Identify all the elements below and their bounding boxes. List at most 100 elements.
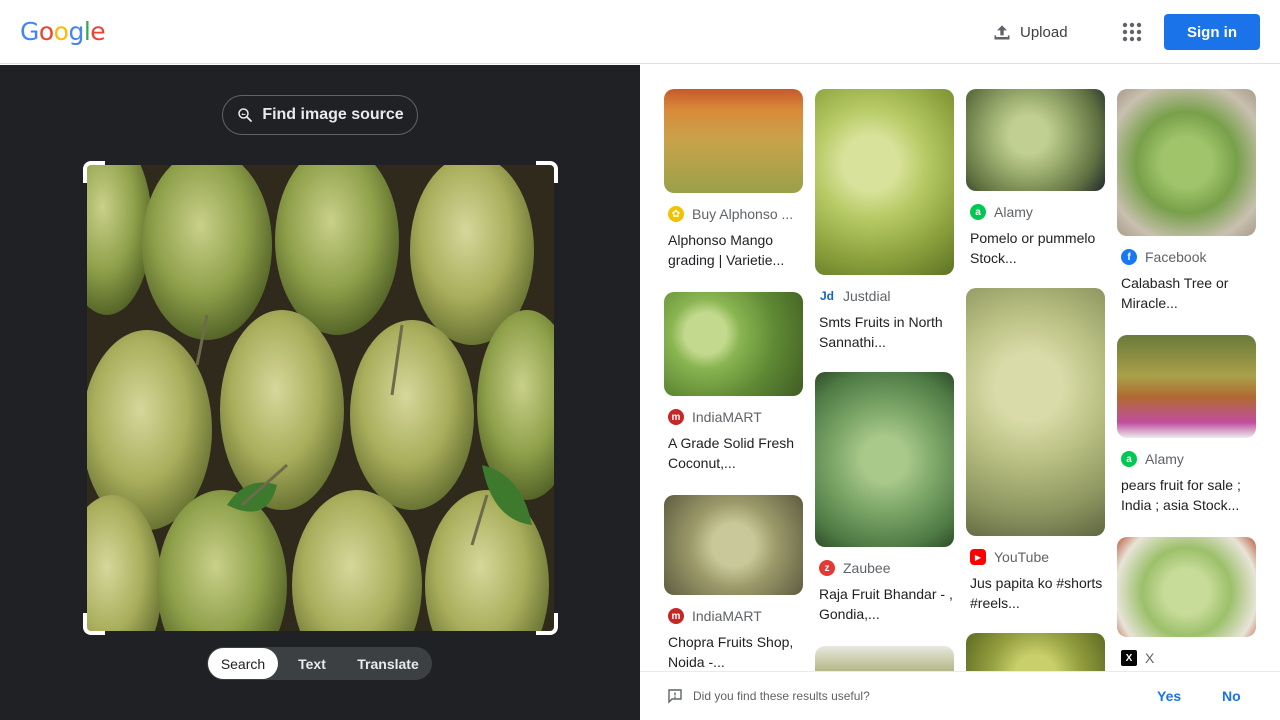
result-source: m IndiaMART [664, 608, 803, 624]
indiamart-icon: m [668, 608, 684, 624]
upload-button[interactable]: Upload [992, 20, 1068, 44]
crop-selection-box[interactable] [83, 161, 558, 635]
result-source: z Zaubee [815, 560, 954, 576]
feedback-no-button[interactable]: No [1222, 688, 1241, 704]
result-title: Smts Fruits in North Sannathi... [819, 314, 943, 350]
facebook-icon: f [1121, 249, 1137, 265]
visual-matches-panel: ✿ Buy Alphonso ... Alphonso Mango gradin… [640, 65, 1280, 671]
find-image-source-label: Find image source [262, 106, 404, 123]
result-thumbnail [664, 495, 803, 595]
alamy-icon: a [1121, 451, 1137, 467]
image-search-icon [238, 108, 253, 122]
crop-handle-bottom-right[interactable] [536, 613, 558, 635]
result-card[interactable] [966, 633, 1105, 671]
result-thumbnail [966, 633, 1105, 671]
result-card[interactable]: m IndiaMART A Grade Solid Fresh Coconut,… [664, 292, 803, 473]
logo-letter: G [20, 17, 39, 46]
logo-letter: e [90, 17, 106, 46]
result-source-name: Facebook [1145, 249, 1207, 265]
result-card[interactable]: X X [1117, 537, 1256, 666]
x-icon: X [1121, 650, 1137, 666]
result-source-name: X [1145, 650, 1155, 666]
result-thumbnail [664, 292, 803, 396]
result-card[interactable]: f Facebook Calabash Tree or Miracle... [1117, 89, 1256, 313]
query-image [87, 165, 554, 631]
result-source-name: IndiaMART [692, 608, 762, 624]
result-title: Alphonso Mango grading | Varietie... [668, 232, 785, 268]
result-source: a Alamy [966, 204, 1105, 220]
tab-text[interactable]: Text [278, 648, 346, 679]
result-card[interactable]: Jd Justdial Smts Fruits in North Sannath… [815, 89, 954, 352]
result-source: ▶ YouTube [966, 549, 1105, 565]
zaubee-icon: z [819, 560, 835, 576]
upload-icon [994, 25, 1010, 40]
youtube-icon: ▶ [970, 549, 986, 565]
result-source: X X [1117, 650, 1256, 666]
result-source-name: Justdial [843, 288, 891, 304]
result-title: A Grade Solid Fresh Coconut,... [668, 435, 795, 471]
result-thumbnail [815, 89, 954, 275]
google-logo[interactable]: Google [20, 17, 106, 46]
result-card[interactable]: ▶ YouTube Jus papita ko #shorts #reels..… [966, 288, 1105, 613]
result-card[interactable] [815, 646, 954, 671]
result-source: m IndiaMART [664, 409, 803, 425]
result-source-name: Alamy [994, 204, 1033, 220]
feedback-icon [668, 689, 682, 704]
mode-switcher: Search Text Translate [207, 647, 432, 680]
result-source-name: Buy Alphonso ... [692, 206, 794, 222]
justdial-icon: Jd [819, 288, 835, 304]
result-source-name: Alamy [1145, 451, 1184, 467]
results-column: ✿ Buy Alphonso ... Alphonso Mango gradin… [664, 89, 803, 671]
result-title: Jus papita ko #shorts #reels... [970, 575, 1103, 611]
result-thumbnail [815, 646, 954, 671]
result-title: Raja Fruit Bhandar - , Gondia,... [819, 586, 953, 622]
result-title: Chopra Fruits Shop, Noida -... [668, 634, 794, 670]
result-thumbnail [1117, 89, 1256, 236]
indiamart-icon: m [668, 409, 684, 425]
sign-in-button[interactable]: Sign in [1164, 14, 1260, 50]
tab-translate[interactable]: Translate [346, 648, 430, 679]
result-title: Calabash Tree or Miracle... [1121, 275, 1229, 311]
result-title: pears fruit for sale ; India ; asia Stoc… [1121, 477, 1241, 513]
result-source-name: Zaubee [843, 560, 891, 576]
upload-label: Upload [1020, 23, 1068, 41]
result-title: Pomelo or pummelo Stock... [970, 230, 1096, 266]
find-image-source-button[interactable]: Find image source [222, 95, 418, 135]
result-source: Jd Justdial [815, 288, 954, 304]
feedback-yes-button[interactable]: Yes [1157, 688, 1181, 704]
crop-handle-top-right[interactable] [536, 161, 558, 183]
query-image-fruits [87, 165, 554, 631]
logo-letter: o [53, 17, 69, 46]
tab-search[interactable]: Search [208, 648, 278, 679]
result-thumbnail [966, 89, 1105, 191]
result-source: a Alamy [1117, 451, 1256, 467]
result-thumbnail [815, 372, 954, 547]
result-card[interactable]: ✿ Buy Alphonso ... Alphonso Mango gradin… [664, 89, 803, 270]
result-card[interactable]: m IndiaMART Chopra Fruits Shop, Noida -.… [664, 495, 803, 671]
result-thumbnail [966, 288, 1105, 536]
result-thumbnail [664, 89, 803, 193]
result-source-name: IndiaMART [692, 409, 762, 425]
logo-letter: g [68, 17, 84, 46]
result-source: f Facebook [1117, 249, 1256, 265]
alamy-icon: a [970, 204, 986, 220]
logo-letter: o [38, 17, 54, 46]
result-thumbnail [1117, 537, 1256, 637]
crop-handle-bottom-left[interactable] [83, 613, 105, 635]
result-card[interactable]: a Alamy Pomelo or pummelo Stock... [966, 89, 1105, 268]
result-card[interactable]: z Zaubee Raja Fruit Bhandar - , Gondia,.… [815, 372, 954, 624]
result-thumbnail [1117, 335, 1256, 438]
alphonso-site-icon: ✿ [668, 206, 684, 222]
result-source: ✿ Buy Alphonso ... [664, 206, 803, 222]
feedback-bar: Did you find these results useful? Yes N… [640, 671, 1280, 720]
feedback-question: Did you find these results useful? [693, 689, 870, 703]
crop-handle-top-left[interactable] [83, 161, 105, 183]
results-column: a Alamy Pomelo or pummelo Stock... ▶ You… [966, 89, 1105, 671]
top-header: Google Upload Sign in [0, 0, 1280, 64]
query-image-panel: Find image source Search Text Translate [0, 65, 640, 720]
results-column: Jd Justdial Smts Fruits in North Sannath… [815, 89, 954, 671]
results-column: f Facebook Calabash Tree or Miracle... a… [1117, 89, 1256, 666]
result-card[interactable]: a Alamy pears fruit for sale ; India ; a… [1117, 335, 1256, 515]
apps-grid-icon[interactable] [1120, 20, 1144, 44]
result-source-name: YouTube [994, 549, 1050, 565]
